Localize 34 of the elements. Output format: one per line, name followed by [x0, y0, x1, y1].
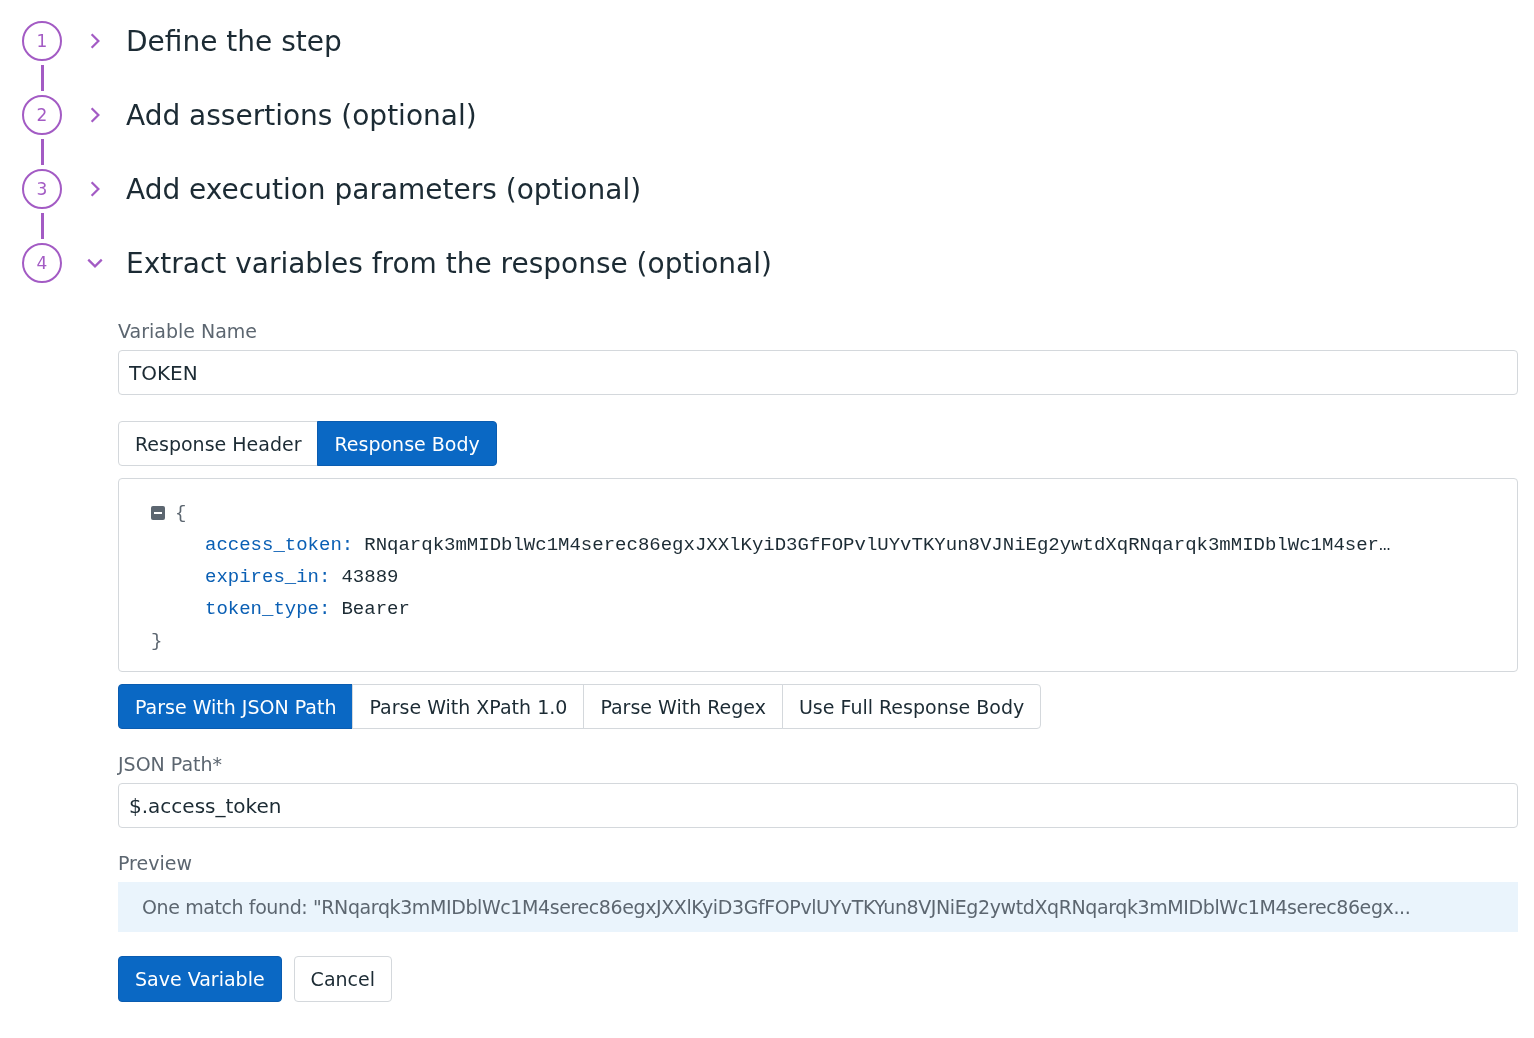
field-label: Variable Name — [118, 320, 258, 342]
step-connector — [41, 139, 44, 165]
step-number: 4 — [22, 243, 62, 283]
parse-method-tab[interactable]: Parse With Regex — [583, 684, 783, 729]
preview-label: Preview — [118, 852, 192, 874]
variable-name-field[interactable]: TOKEN — [118, 350, 1518, 395]
step-number: 1 — [22, 21, 62, 61]
parse-method-tab[interactable]: Parse With XPath 1.0 — [352, 684, 585, 729]
source-tab[interactable]: Response Body — [317, 421, 497, 466]
step-number: 3 — [22, 169, 62, 209]
step-title[interactable]: Add execution parameters (optional) — [126, 172, 642, 206]
step-number: 2 — [22, 95, 62, 135]
json-key: expires_in: — [205, 566, 331, 588]
save-button[interactable]: Save Variable — [118, 956, 282, 1002]
step-title[interactable]: Define the step — [126, 24, 342, 58]
parse-method-tab[interactable]: Use Full Response Body — [781, 684, 1042, 729]
json-value: 43889 — [341, 566, 399, 588]
collapse-icon[interactable] — [151, 506, 165, 520]
json-value: Bearer — [341, 598, 410, 620]
json-path-field[interactable]: $.access_token — [118, 783, 1518, 828]
json-key: token_type: — [205, 598, 331, 620]
preview-message: One match found: "RNqarqk3mMIDblWc1M4serec86egxJXXlKyiD3GfFOPvlUYvTKYun8VJNiEg2ywtdXqRNqarqk3mMIDblWc1M4serec86egx... — [118, 882, 1518, 932]
json-key: access_token: — [205, 534, 354, 556]
parse-method-tab[interactable]: Parse With JSON Path — [118, 684, 354, 729]
step-connector — [41, 213, 44, 239]
step-title[interactable]: Extract variables from the response (optional) — [126, 246, 772, 280]
step-connector — [41, 65, 44, 91]
code-brace: } — [151, 630, 163, 652]
source-tab[interactable]: Response Header — [118, 421, 319, 466]
field-label: JSON Path* — [118, 753, 223, 775]
cancel-button[interactable]: Cancel — [293, 956, 392, 1002]
json-value: RNqarqk3mMIDblWc1M4serec86egxJXXlKyiD3GfFOPvlUYvTKYun8VJNiEg2ywtdXqRNqarqk3mMIDblWc1M4ser… — [364, 534, 1391, 556]
code-brace: { — [175, 502, 187, 524]
step-title[interactable]: Add assertions (optional) — [126, 98, 477, 132]
